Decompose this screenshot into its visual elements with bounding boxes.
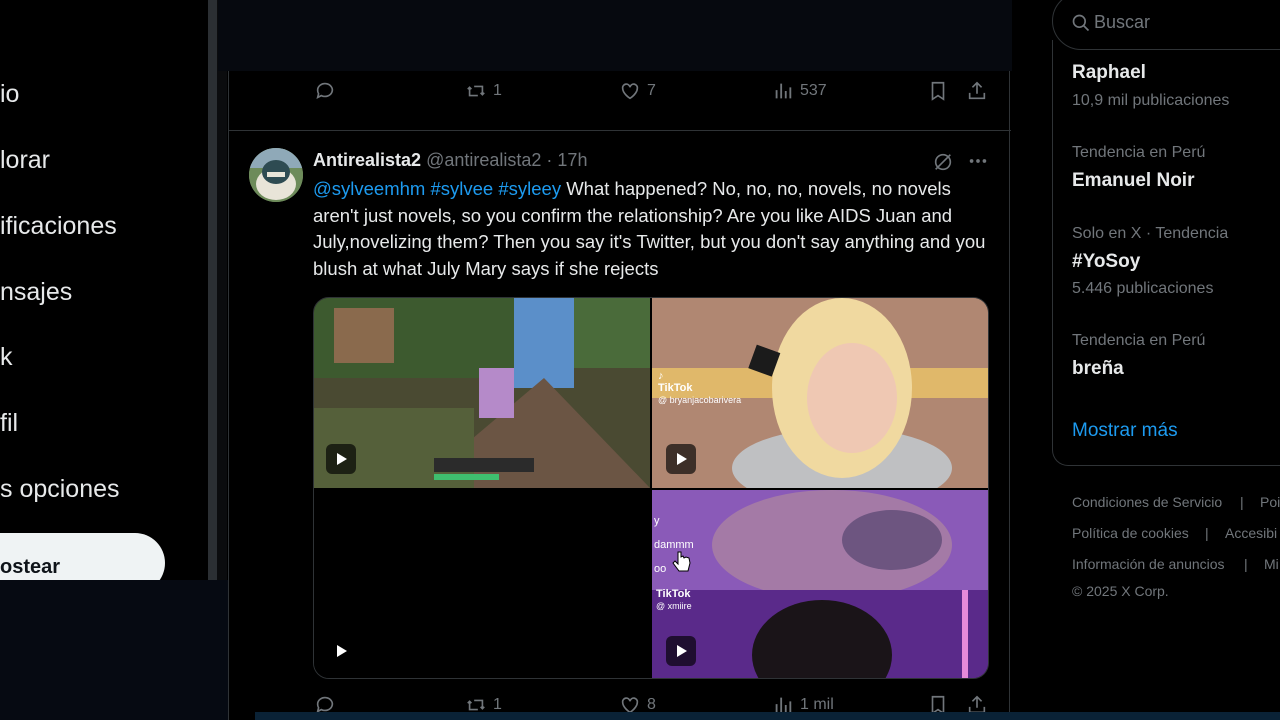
share-button[interactable] [966, 80, 988, 102]
footer-separator: | [1244, 556, 1248, 572]
nav-item-more-options[interactable]: s opciones [0, 475, 120, 504]
trend-count: 5.446 publicaciones [1072, 280, 1214, 297]
reply-button[interactable] [314, 80, 336, 102]
tweet-time[interactable]: · 17h [546, 150, 587, 170]
tweet-header: Antirealista2 @antirealista2 · 17h [313, 150, 587, 171]
tiktok-label: TikTok [656, 588, 691, 600]
tiktok-label: TikTok [658, 382, 693, 394]
nav-item-grok[interactable]: k [0, 343, 13, 372]
trend-title[interactable]: breña [1072, 358, 1124, 380]
search-input[interactable] [1052, 0, 1280, 50]
prev-tweet-actions: 1 7 537 [229, 80, 1011, 120]
nav-item-profile[interactable]: fil [0, 409, 18, 438]
avatar-image [249, 148, 303, 202]
retweet-count: 1 [493, 82, 502, 99]
media-video-3[interactable] [314, 490, 650, 678]
play-icon[interactable] [326, 444, 356, 474]
media-video-2[interactable]: ♪ TikTok @ bryanjacobarivera [652, 298, 988, 488]
more-options-icon[interactable] [967, 150, 989, 172]
nav-item-notifications[interactable]: ificaciones [0, 212, 117, 241]
bookmark-icon [931, 81, 945, 101]
avatar[interactable] [249, 148, 303, 202]
search-placeholder: Buscar [1094, 12, 1151, 32]
play-icon[interactable] [326, 636, 356, 666]
media-video-1[interactable] [314, 298, 650, 488]
mention-link[interactable]: @sylveemhm [313, 178, 425, 199]
media-video-4[interactable]: y dammm oo TikTok @ xmiire [652, 490, 988, 678]
tweet-author-name[interactable]: Antirealista2 [313, 150, 421, 170]
reply-icon [316, 82, 334, 99]
retweet-icon [467, 85, 485, 97]
trend-title[interactable]: Emanuel Noir [1072, 170, 1194, 192]
hashtag-link[interactable]: #syleey [498, 178, 561, 199]
tiktok-watermark: ♪ TikTok @ bryanjacobarivera [658, 370, 742, 405]
search-icon [1072, 14, 1090, 32]
trend-title[interactable]: #YoSoy [1072, 251, 1140, 273]
heart-icon [621, 83, 639, 100]
nav-item-explore[interactable]: lorar [0, 146, 50, 175]
video-thumbnail [314, 298, 650, 488]
tweet-author-handle[interactable]: @antirealista2 [426, 150, 541, 170]
bookmark-button[interactable] [927, 80, 949, 102]
tiktok-user: @ xmiire [656, 601, 692, 611]
bottom-bar [255, 712, 1280, 720]
tweet-text: @sylveemhm #sylvee #syleey What happened… [313, 176, 993, 282]
footer-link-privacy[interactable]: Poi [1260, 494, 1280, 510]
footer-link-more[interactable]: Mi [1264, 556, 1279, 572]
trend-title[interactable]: Raphael [1072, 62, 1146, 84]
play-icon[interactable] [666, 636, 696, 666]
column-divider [208, 0, 217, 580]
retweet-button[interactable]: 1 [465, 80, 502, 102]
overlay-text-3: oo [654, 563, 667, 575]
nav-item-messages[interactable]: nsajes [0, 278, 72, 307]
trend-meta: Tendencia en Perú [1072, 332, 1206, 349]
tiktok-user: @ bryanjacobarivera [658, 395, 742, 405]
hashtag-link[interactable]: #sylvee [430, 178, 493, 199]
footer-link-cookies[interactable]: Política de cookies [1072, 525, 1189, 541]
grok-icon[interactable] [932, 151, 954, 173]
right-sidebar: Buscar Raphael 10,9 mil publicaciones Te… [1012, 0, 1280, 720]
post-button-label: ostear [0, 556, 61, 578]
top-header-band [218, 0, 1013, 71]
column-divider-shadow [217, 0, 227, 580]
nav-item-home[interactable]: io [0, 80, 19, 109]
trend-meta: Solo en X · Tendencia [1072, 225, 1229, 242]
tiktok-watermark: TikTok @ xmiire [656, 588, 692, 612]
show-more-link[interactable]: Mostrar más [1072, 420, 1178, 442]
footer-separator: | [1205, 525, 1209, 541]
main-timeline: 1 7 537 Antirealista2 @antirealista2 · 1… [228, 0, 1011, 720]
footer-link-ads-info[interactable]: Información de anuncios [1072, 556, 1225, 572]
trend-count: 10,9 mil publicaciones [1072, 92, 1230, 109]
left-overlay-area [0, 580, 255, 720]
cursor-hand-icon [672, 551, 691, 572]
share-icon [968, 81, 986, 100]
views-button[interactable]: 537 [772, 80, 827, 102]
footer-link-terms[interactable]: Condiciones de Servicio [1072, 494, 1222, 510]
views-icon [775, 83, 792, 99]
like-count: 7 [647, 82, 656, 99]
trend-meta: Tendencia en Perú [1072, 144, 1206, 161]
play-icon[interactable] [666, 444, 696, 474]
tweet-media-grid: ♪ TikTok @ bryanjacobarivera y dammm oo TikT [313, 297, 989, 679]
like-button[interactable]: 7 [619, 80, 656, 102]
footer-link-accessibility[interactable]: Accesibi [1225, 525, 1277, 541]
footer-separator: | [1240, 494, 1244, 510]
copyright: © 2025 X Corp. [1072, 583, 1169, 599]
video-thumbnail [652, 490, 988, 678]
views-count: 537 [800, 82, 827, 99]
overlay-text-1: y [654, 515, 660, 527]
tweet-separator [229, 130, 1011, 131]
